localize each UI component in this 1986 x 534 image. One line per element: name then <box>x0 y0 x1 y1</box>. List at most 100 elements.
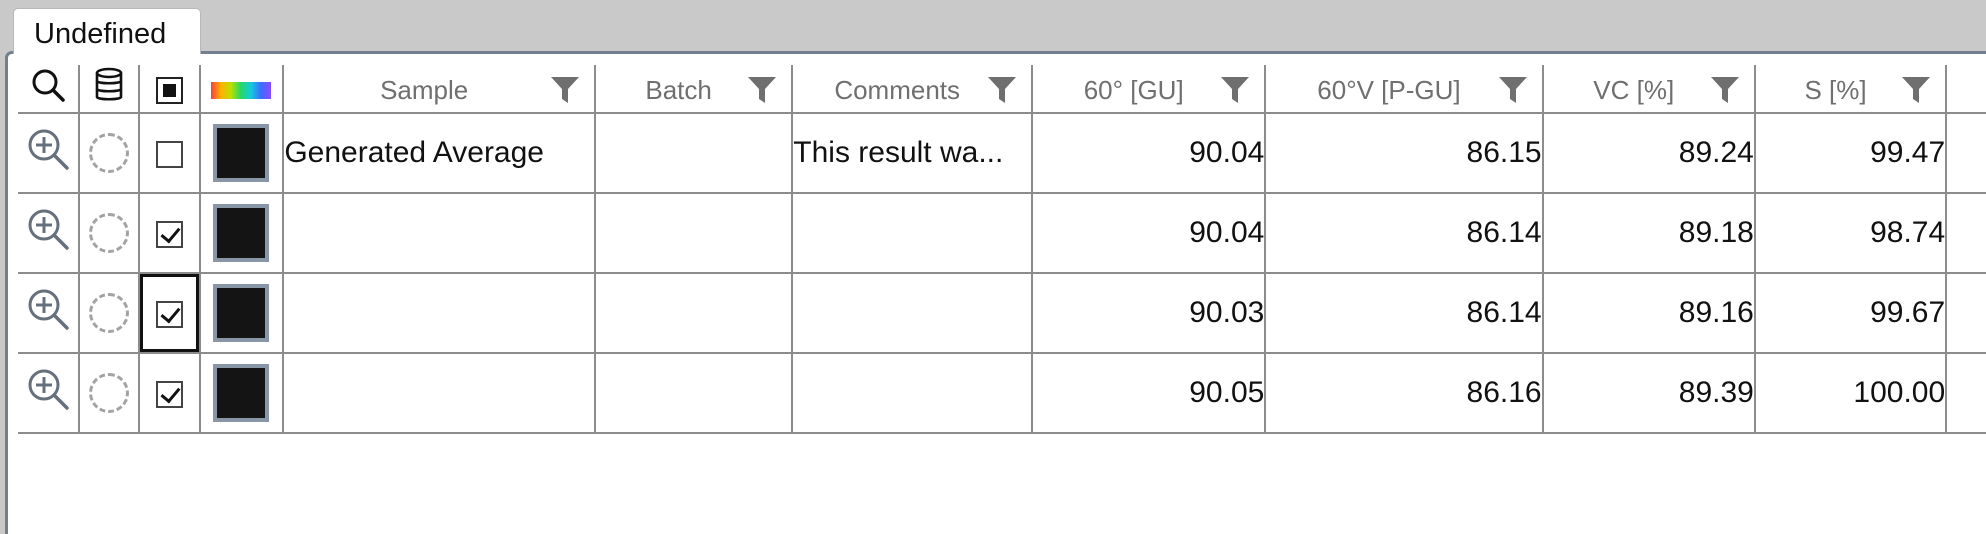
filter-icon[interactable] <box>1710 75 1740 105</box>
cell-gu60[interactable]: 90.04 <box>1031 112 1267 194</box>
cell-sample[interactable] <box>282 352 596 434</box>
source-cell <box>77 352 140 434</box>
zoom-cell[interactable] <box>18 352 80 434</box>
column-header-label: Sample <box>380 75 469 105</box>
column-header-batch[interactable]: Batch <box>593 65 794 114</box>
cell-comments[interactable] <box>791 352 1034 434</box>
cell-batch[interactable] <box>593 112 794 194</box>
zoom-in-icon[interactable] <box>26 127 70 171</box>
cell-comments[interactable] <box>791 192 1034 274</box>
zoom-cell[interactable] <box>18 112 80 194</box>
cell-gu60[interactable]: 90.04 <box>1031 192 1267 274</box>
row-checkbox[interactable] <box>155 380 183 408</box>
row-checkbox[interactable] <box>155 300 183 328</box>
empty-circle-icon <box>88 373 129 413</box>
column-header-s[interactable]: S [%] <box>1753 65 1948 114</box>
source-cell <box>77 272 140 354</box>
filter-icon[interactable] <box>1498 75 1528 105</box>
column-header-label: 60° [GU] <box>1083 75 1184 105</box>
cell-batch[interactable] <box>593 352 794 434</box>
cell-vc[interactable]: 89.24 <box>1541 112 1756 194</box>
zoom-cell[interactable] <box>18 192 80 274</box>
filter-icon[interactable] <box>1901 75 1931 105</box>
empty-circle-icon <box>88 213 129 253</box>
database-icon <box>95 67 123 101</box>
row-checkbox[interactable] <box>155 220 183 248</box>
column-header-label: S [%] <box>1804 75 1867 105</box>
cell-overflow <box>1945 192 1986 274</box>
cell-comments[interactable] <box>791 272 1034 354</box>
select-all-header[interactable] <box>137 65 201 114</box>
table-row[interactable]: 90.04 86.14 89.18 98.74 <box>18 192 1986 274</box>
cell-comments[interactable]: This result wa... <box>791 112 1034 194</box>
cell-batch[interactable] <box>593 192 794 274</box>
table-row[interactable]: Generated Average This result wa... 90.0… <box>18 112 1986 194</box>
column-header-overflow <box>1945 65 1986 114</box>
column-header-comments[interactable]: Comments <box>791 65 1034 114</box>
cell-sample[interactable] <box>282 272 596 354</box>
zoom-in-icon[interactable] <box>26 207 70 251</box>
cell-vc[interactable]: 89.18 <box>1541 192 1756 274</box>
cell-batch[interactable] <box>593 272 794 354</box>
empty-circle-icon <box>88 293 129 333</box>
cell-pgu60v[interactable]: 86.15 <box>1264 112 1544 194</box>
column-header-sample[interactable]: Sample <box>282 65 596 114</box>
column-header-label: 60°V [P-GU] <box>1317 75 1461 105</box>
source-column-header[interactable] <box>77 65 140 114</box>
color-swatch <box>213 364 270 422</box>
column-header-label: Batch <box>645 75 712 105</box>
color-cell <box>198 272 285 354</box>
color-swatch <box>213 284 270 342</box>
filter-icon[interactable] <box>747 75 777 105</box>
cell-vc[interactable]: 89.39 <box>1541 352 1756 434</box>
column-header-vc[interactable]: VC [%] <box>1541 65 1756 114</box>
color-cell <box>198 352 285 434</box>
color-cell <box>198 192 285 274</box>
filter-icon[interactable] <box>1220 75 1250 105</box>
cell-pgu60v[interactable]: 86.14 <box>1264 272 1544 354</box>
zoom-cell[interactable] <box>18 272 80 354</box>
results-table: Sample Batch Comments 60° [GU] 60°V [P-G… <box>18 65 1986 434</box>
cell-vc[interactable]: 89.16 <box>1541 272 1756 354</box>
cell-overflow <box>1945 272 1986 354</box>
column-header-pgu60v[interactable]: 60°V [P-GU] <box>1264 65 1544 114</box>
color-column-header[interactable] <box>198 65 285 114</box>
cell-s[interactable]: 100.00 <box>1753 352 1948 434</box>
select-all-checkbox[interactable] <box>155 76 183 104</box>
filter-icon[interactable] <box>550 75 580 105</box>
cell-s[interactable]: 99.67 <box>1753 272 1948 354</box>
column-header-label: VC [%] <box>1593 75 1675 105</box>
table-row[interactable]: 90.03 86.14 89.16 99.67 <box>18 272 1986 354</box>
tab-undefined[interactable]: Undefined <box>13 8 201 54</box>
row-checkbox[interactable] <box>155 140 183 168</box>
zoom-column-header[interactable] <box>18 65 80 114</box>
color-swatch <box>213 124 270 182</box>
cell-pgu60v[interactable]: 86.14 <box>1264 192 1544 274</box>
select-cell[interactable] <box>137 352 201 434</box>
cell-sample[interactable]: Generated Average <box>282 112 596 194</box>
cell-gu60[interactable]: 90.03 <box>1031 272 1267 354</box>
source-cell <box>77 112 140 194</box>
results-panel: Sample Batch Comments 60° [GU] 60°V [P-G… <box>5 51 1986 534</box>
color-cell <box>198 112 285 194</box>
select-cell[interactable] <box>137 112 201 194</box>
filter-icon[interactable] <box>987 75 1017 105</box>
table-row[interactable]: 90.05 86.16 89.39 100.00 <box>18 352 1986 434</box>
cell-overflow <box>1945 112 1986 194</box>
color-spectrum-icon <box>211 81 272 99</box>
select-cell[interactable] <box>137 192 201 274</box>
zoom-in-icon[interactable] <box>26 287 70 331</box>
source-cell <box>77 192 140 274</box>
search-icon <box>32 69 65 102</box>
color-swatch <box>213 204 270 262</box>
cell-gu60[interactable]: 90.05 <box>1031 352 1267 434</box>
empty-circle-icon <box>88 133 129 173</box>
table-header-row: Sample Batch Comments 60° [GU] 60°V [P-G… <box>18 65 1986 114</box>
cell-sample[interactable] <box>282 192 596 274</box>
cell-s[interactable]: 98.74 <box>1753 192 1948 274</box>
zoom-in-icon[interactable] <box>26 367 70 411</box>
column-header-gu60[interactable]: 60° [GU] <box>1031 65 1267 114</box>
cell-pgu60v[interactable]: 86.16 <box>1264 352 1544 434</box>
cell-s[interactable]: 99.47 <box>1753 112 1948 194</box>
select-cell[interactable] <box>137 272 201 354</box>
